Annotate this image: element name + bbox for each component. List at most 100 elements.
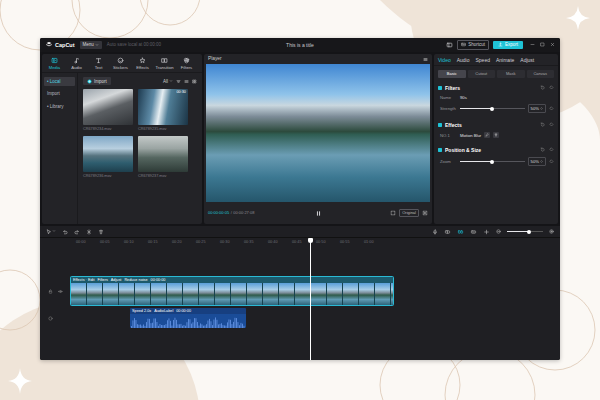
keyframe-icon[interactable]: [549, 147, 554, 152]
stepper-icon[interactable]: [540, 159, 543, 164]
inspector-tab[interactable]: Animate: [496, 57, 514, 63]
value-field[interactable]: 50%: [528, 104, 546, 113]
media-thumbnail[interactable]: [83, 136, 133, 172]
menu-icon[interactable]: [423, 57, 428, 62]
inspector-tab[interactable]: Adjust: [520, 57, 534, 63]
redo-icon[interactable]: [74, 229, 80, 235]
value-field[interactable]: 50%: [528, 157, 546, 166]
toolbar-tab[interactable]: Stickers: [110, 56, 131, 71]
slider-track[interactable]: [460, 108, 525, 109]
inspector-subtab[interactable]: Basic: [438, 70, 466, 78]
timeline-toggle[interactable]: [483, 229, 490, 235]
inspector-subtab[interactable]: Mask: [497, 70, 525, 78]
minimize-icon[interactable]: [530, 42, 535, 47]
maximize-icon[interactable]: [540, 42, 545, 47]
media-thumbnail[interactable]: [138, 136, 188, 172]
media-item[interactable]: CR6789236.mov: [83, 136, 133, 178]
toggle-2-icon: [457, 229, 464, 235]
media-thumbnail[interactable]: [83, 89, 133, 125]
inspector-tab[interactable]: Speed: [476, 57, 490, 63]
reset-icon[interactable]: [540, 85, 545, 90]
timeline-toggle[interactable]: [457, 229, 464, 235]
zoom-slider[interactable]: [507, 231, 543, 232]
close-icon[interactable]: [550, 42, 555, 47]
zoom-out-icon[interactable]: [496, 229, 501, 234]
layout-icon[interactable]: [446, 42, 453, 48]
keyframe-icon[interactable]: [549, 122, 554, 127]
delete-effect-button[interactable]: [493, 132, 499, 138]
effects-icon: [139, 57, 146, 64]
audio-track-icon[interactable]: [48, 316, 53, 321]
split-icon[interactable]: [86, 229, 92, 235]
current-time: 00:00:00:05: [208, 211, 229, 216]
sidebar-item[interactable]: • Local: [44, 77, 75, 86]
fit-icon[interactable]: [390, 210, 396, 216]
select-tool[interactable]: [46, 229, 56, 235]
effect-name: Motion Blur: [460, 133, 481, 138]
section-checkbox[interactable]: [438, 86, 442, 90]
playhead[interactable]: [310, 238, 311, 360]
import-button[interactable]: Import: [83, 77, 111, 85]
keyframe-button[interactable]: [549, 159, 554, 164]
zoom-in-icon[interactable]: [549, 229, 554, 234]
reset-icon[interactable]: [540, 147, 545, 152]
inspector-tab[interactable]: Audio: [457, 57, 470, 63]
zoom-knob[interactable]: [527, 230, 531, 234]
video-lane: Effects · EditFiltersAdjustReduce noise0…: [70, 276, 560, 306]
inspector-tab[interactable]: Video: [438, 57, 451, 63]
sidebar-item[interactable]: • Library: [44, 102, 75, 111]
audio-clip[interactable]: Speed 2.0xAudioLabel00:00:00: [130, 308, 246, 328]
reset-icon[interactable]: [540, 122, 545, 127]
toolbar-tab[interactable]: Transition: [154, 56, 175, 71]
time-ruler[interactable]: 00:0000:0500:1000:1500:2000:2500:3000:35…: [40, 238, 560, 246]
media-item[interactable]: CR6789234.mov: [83, 89, 133, 131]
sort-icon[interactable]: [176, 79, 181, 84]
section-checkbox[interactable]: [438, 123, 442, 127]
toolbar-tab[interactable]: Audio: [66, 56, 87, 71]
eye-icon[interactable]: [58, 289, 63, 294]
section-header: Position & Size: [438, 145, 554, 155]
slider-knob[interactable]: [490, 107, 494, 111]
toolbar-tab[interactable]: Text: [88, 56, 109, 71]
timeline-toggle[interactable]: [444, 229, 451, 235]
grid-view-icon[interactable]: [192, 79, 197, 84]
slider-track[interactable]: [460, 161, 525, 162]
stepper-icon[interactable]: [540, 106, 543, 111]
inspector-subtab[interactable]: Canvas: [527, 70, 555, 78]
delete-icon[interactable]: [98, 229, 104, 235]
shortcut-button[interactable]: Shortcut: [457, 40, 489, 49]
play-pause-button[interactable]: [315, 210, 322, 217]
filter-dropdown[interactable]: All: [163, 79, 173, 84]
title-bar-left: CapCutMenuAuto save local at 00:00:00: [45, 41, 286, 48]
media-panel: MediaAudioTextStickersEffectsTransitionF…: [42, 54, 202, 224]
export-button[interactable]: Export: [493, 41, 523, 49]
toolbar-tab[interactable]: Effects: [132, 56, 153, 71]
ratio-button[interactable]: Original: [399, 209, 419, 218]
inspector-subtab[interactable]: Cutout: [468, 70, 496, 78]
toolbar-tab[interactable]: Media: [44, 56, 65, 71]
media-thumbnail[interactable]: 00:30: [138, 89, 188, 125]
edit-effect-button[interactable]: [484, 132, 490, 138]
media-item[interactable]: CR6789237.mov: [138, 136, 188, 178]
microphone-icon[interactable]: [432, 229, 438, 235]
pencil-icon: [485, 133, 489, 137]
menu-button[interactable]: Menu: [80, 41, 102, 48]
list-view-icon[interactable]: [184, 79, 189, 84]
undo-icon[interactable]: [62, 229, 68, 235]
timeline-toggle[interactable]: [470, 229, 477, 235]
playhead-handle[interactable]: [308, 238, 313, 243]
toolbar-tab[interactable]: Filters: [176, 56, 197, 71]
section-checkbox[interactable]: [438, 148, 442, 152]
player-right-tools: Original: [322, 209, 429, 218]
video-clip[interactable]: Effects · EditFiltersAdjustReduce noise0…: [70, 276, 394, 306]
keyframe-button[interactable]: [549, 106, 554, 111]
timeline-body: 00:0000:0500:1000:1500:2000:2500:3000:35…: [40, 238, 560, 360]
lock-icon[interactable]: [48, 289, 53, 294]
slider-knob[interactable]: [490, 160, 494, 164]
section-header: Filters: [438, 83, 554, 93]
sidebar-item[interactable]: Import: [44, 89, 75, 98]
fullscreen-icon[interactable]: [422, 210, 428, 216]
media-item[interactable]: 00:30CR6789235.mov: [138, 89, 188, 131]
keyframe-icon[interactable]: [549, 85, 554, 90]
shortcut-label: Shortcut: [468, 42, 485, 47]
